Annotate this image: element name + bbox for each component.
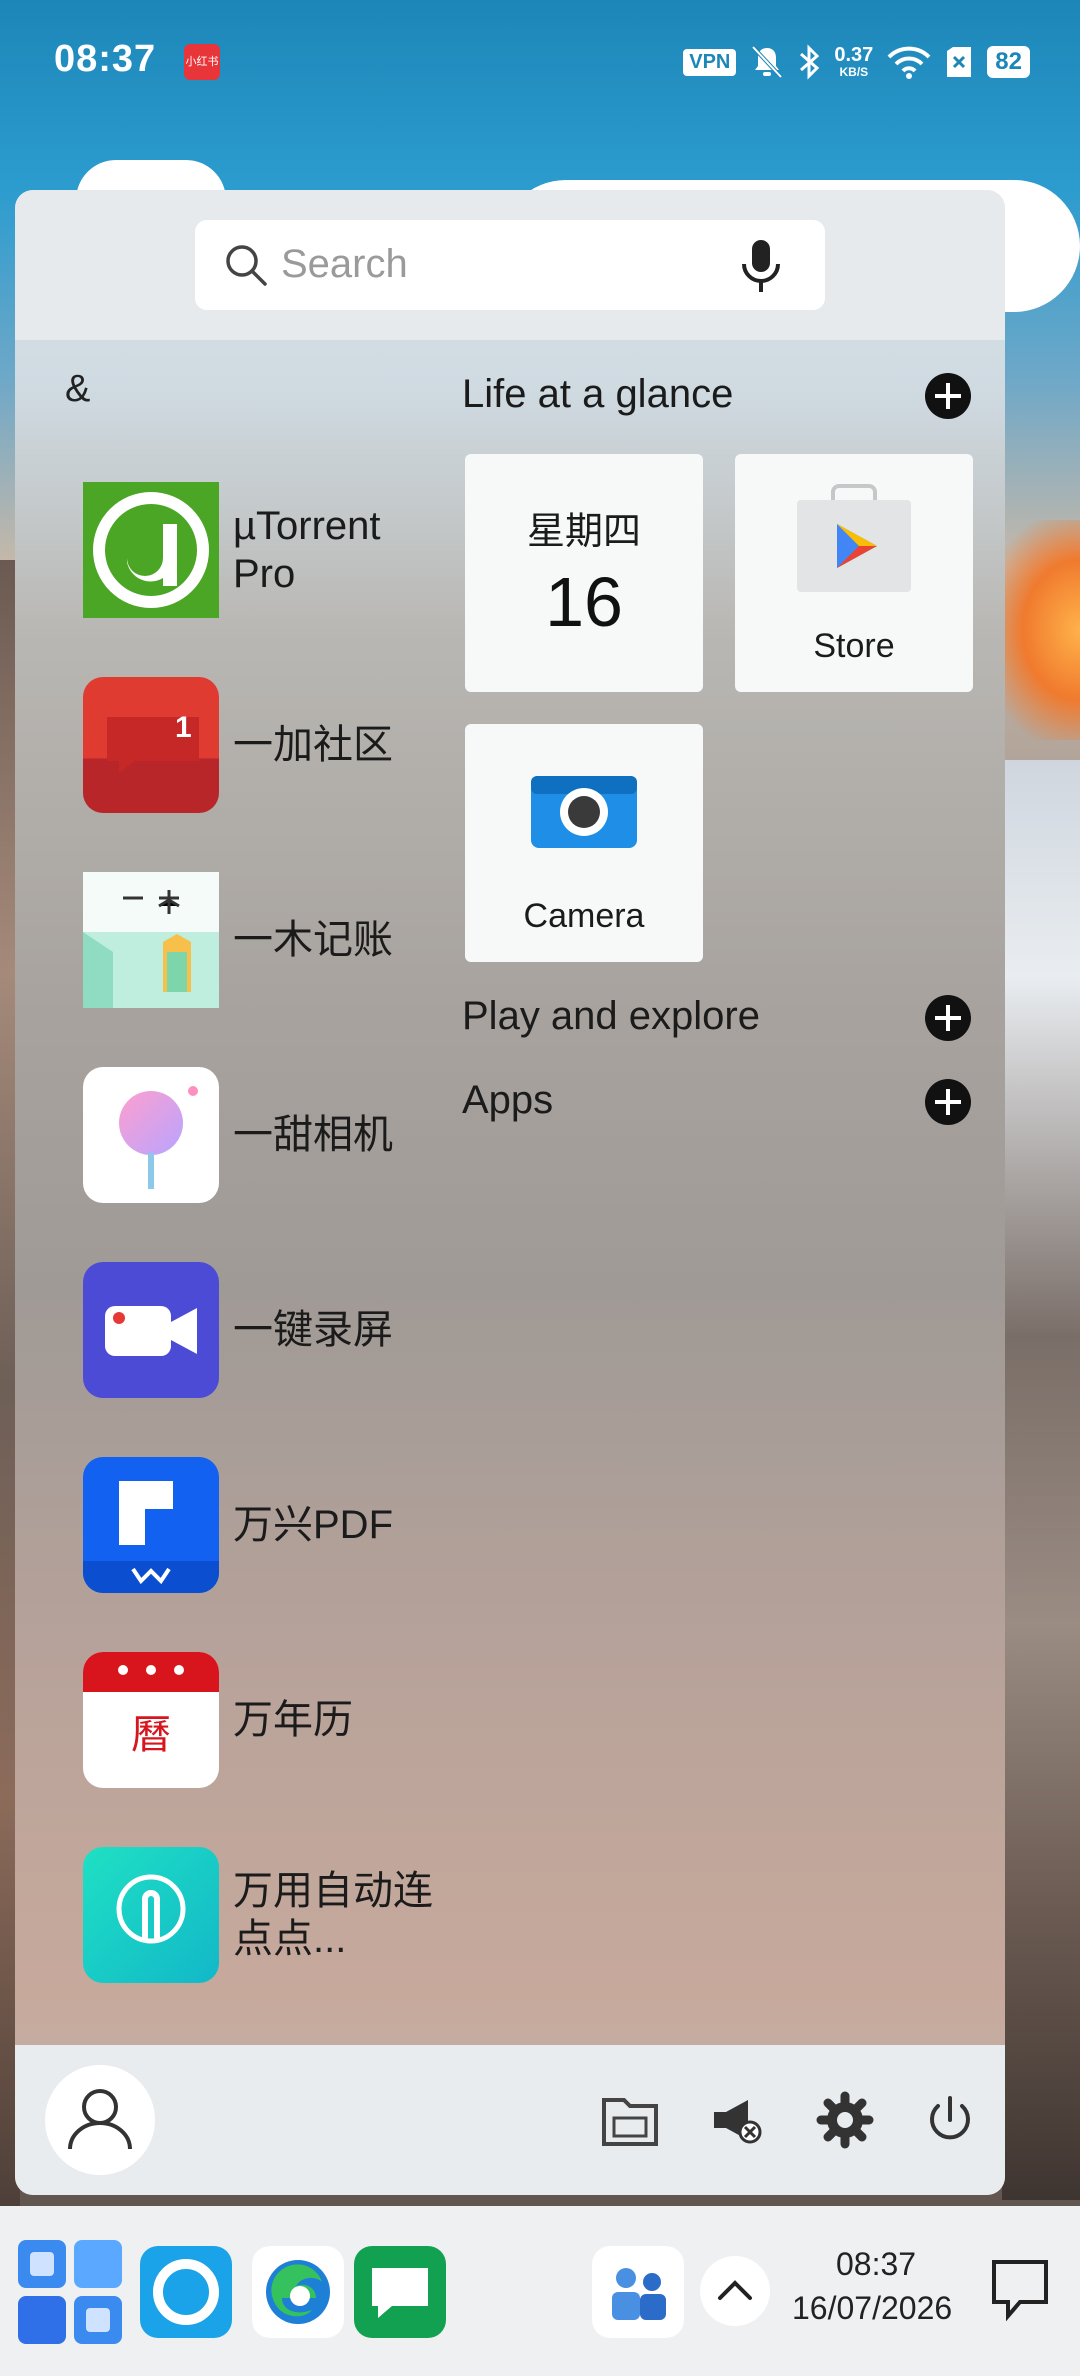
oneplus-community-icon: 1	[83, 677, 219, 813]
mute-bell-icon	[751, 45, 783, 79]
play-and-explore-title: Play and explore	[462, 994, 760, 1038]
svg-text:曆: 曆	[131, 1712, 171, 1758]
taskbar-date[interactable]: 16/07/2026	[792, 2290, 952, 2327]
app-label: 一木记账	[233, 918, 393, 962]
wifi-icon	[887, 46, 931, 79]
list-item[interactable]: 一木记账	[83, 870, 463, 1010]
notification-app-icon: 小红书	[184, 44, 220, 80]
user-icon	[68, 2089, 132, 2150]
microphone-icon[interactable]	[737, 238, 785, 294]
search-icon	[226, 245, 267, 286]
start-button-icon[interactable]	[14, 2236, 126, 2348]
taskbar: 08:37 16/07/2026	[0, 2206, 1080, 2376]
start-menu-footer	[15, 2045, 1005, 2195]
app-label: 万用自动连点点...	[233, 1869, 433, 1961]
search-placeholder: Search	[281, 242, 408, 286]
camera-tile[interactable]: Camera	[465, 724, 703, 962]
battery-indicator: 82	[987, 46, 1030, 78]
calendar-weekday: 星期四	[526, 511, 641, 553]
start-menu-panel: Search & µTorrent Pro 1 一加社区 一木记账 一甜相机 一…	[15, 190, 1005, 2195]
life-at-a-glance-title: Life at a glance	[462, 372, 734, 416]
list-item[interactable]: 一键录屏	[83, 1260, 463, 1400]
store-label: Store	[813, 627, 895, 665]
play-store-icon	[797, 484, 911, 592]
notification-center-icon[interactable]	[990, 2258, 1050, 2322]
app-label: 一加社区	[233, 723, 393, 767]
camera-label: Camera	[523, 897, 645, 935]
settings-gear-icon[interactable]	[815, 2090, 875, 2150]
announcement-icon[interactable]	[708, 2090, 768, 2150]
status-time: 08:37	[54, 38, 157, 80]
screen-recorder-icon	[83, 1262, 219, 1398]
utorrent-icon	[83, 482, 219, 618]
list-item[interactable]: 1 一加社区	[83, 675, 463, 815]
add-life-at-a-glance-button[interactable]	[925, 373, 971, 419]
search-area: Search	[15, 190, 1005, 340]
status-bar: 08:37 小红书 VPN 0.37 KB/S 82	[0, 0, 1080, 126]
app-label: 万年历	[233, 1698, 353, 1742]
wondershare-pdf-icon	[83, 1457, 219, 1593]
add-apps-button[interactable]	[925, 1079, 971, 1125]
yimu-ledger-icon	[83, 872, 219, 1008]
calendar-day: 16	[545, 563, 623, 641]
bluetooth-icon	[800, 44, 820, 80]
qq-browser-icon[interactable]	[140, 2246, 232, 2338]
people-app-icon[interactable]	[592, 2246, 684, 2338]
chevron-up-icon	[718, 2280, 752, 2300]
list-item[interactable]: 一甜相机	[83, 1065, 463, 1205]
app-label: 一键录屏	[233, 1308, 393, 1352]
power-icon[interactable]	[920, 2090, 980, 2150]
sweet-camera-icon	[83, 1067, 219, 1203]
auto-clicker-icon	[83, 1847, 219, 1983]
no-sim-icon	[947, 47, 972, 77]
edge-browser-icon[interactable]	[252, 2246, 344, 2338]
list-item[interactable]: 万用自动连点点...	[83, 1845, 463, 1985]
speed-unit: KB/S	[839, 65, 869, 79]
perpetual-calendar-icon: 曆	[83, 1652, 219, 1788]
app-label: 万兴PDF	[233, 1503, 393, 1547]
taskbar-time[interactable]: 08:37	[836, 2246, 916, 2283]
wallpaper-right-edge	[1002, 760, 1080, 2200]
section-letter-header[interactable]: &	[65, 368, 90, 411]
vpn-badge: VPN	[683, 48, 737, 76]
app-label: 一甜相机	[233, 1113, 393, 1157]
network-speed: 0.37 KB/S	[834, 45, 873, 79]
apps-section-title: Apps	[462, 1078, 554, 1122]
list-item[interactable]: 曆 万年历	[83, 1650, 463, 1790]
calendar-tile[interactable]: 星期四 16	[465, 454, 703, 692]
add-play-and-explore-button[interactable]	[925, 995, 971, 1041]
system-tray-expand-button[interactable]	[700, 2256, 770, 2326]
status-icons: VPN 0.37 KB/S 82	[683, 42, 1030, 82]
app-label: µTorrent Pro	[233, 504, 381, 596]
list-item[interactable]: µTorrent Pro	[83, 480, 463, 620]
camera-icon	[531, 776, 637, 848]
list-item[interactable]: 万兴PDF	[83, 1455, 463, 1595]
messages-icon[interactable]	[354, 2246, 446, 2338]
file-explorer-icon[interactable]	[600, 2090, 660, 2150]
user-avatar[interactable]	[45, 2065, 155, 2175]
store-tile[interactable]: Store	[735, 454, 973, 692]
speed-value: 0.37	[834, 44, 874, 66]
notification-badge: 1	[175, 711, 192, 744]
search-input[interactable]: Search	[195, 220, 825, 310]
